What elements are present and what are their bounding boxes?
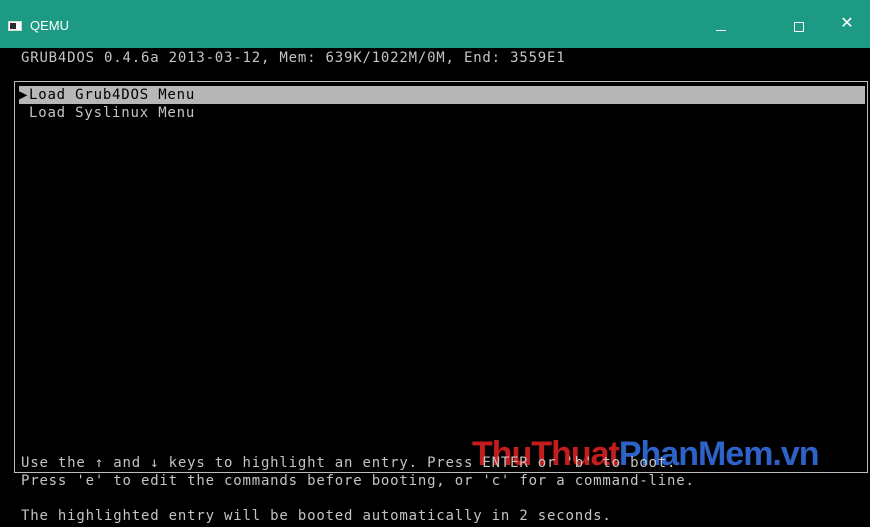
maximize-button[interactable] [776, 0, 822, 48]
vm-screen[interactable]: GRUB4DOS 0.4.6a 2013-03-12, Mem: 639K/10… [0, 48, 870, 527]
help-text-line-1: Use the ↑ and ↓ keys to highlight an ent… [21, 455, 677, 471]
grub-header: GRUB4DOS 0.4.6a 2013-03-12, Mem: 639K/10… [21, 50, 566, 66]
window-title: QEMU [30, 18, 69, 33]
minimize-button[interactable] [698, 0, 744, 48]
menu-entry-syslinux[interactable]: Load Syslinux Menu [19, 104, 865, 122]
maximize-icon [794, 22, 804, 32]
boot-menu: ▶ Load Grub4DOS Menu Load Syslinux Menu [14, 81, 868, 473]
countdown-text: The highlighted entry will be booted aut… [21, 508, 612, 524]
close-button[interactable]: ✕ [824, 0, 870, 48]
qemu-window: QEMU ✕ GRUB4DOS 0.4.6a 2013-03-12, Mem: … [0, 0, 870, 527]
close-icon: ✕ [840, 15, 854, 32]
title-bar[interactable]: QEMU ✕ [0, 0, 870, 48]
selection-marker-icon: ▶ [19, 87, 29, 103]
menu-entry-label: Load Syslinux Menu [29, 105, 196, 121]
minimize-icon [716, 30, 726, 31]
help-text-line-2: Press 'e' to edit the commands before bo… [21, 473, 695, 489]
qemu-app-icon [8, 21, 22, 31]
menu-entry-grub4dos[interactable]: ▶ Load Grub4DOS Menu [19, 86, 865, 104]
menu-entry-label: Load Grub4DOS Menu [29, 87, 196, 103]
